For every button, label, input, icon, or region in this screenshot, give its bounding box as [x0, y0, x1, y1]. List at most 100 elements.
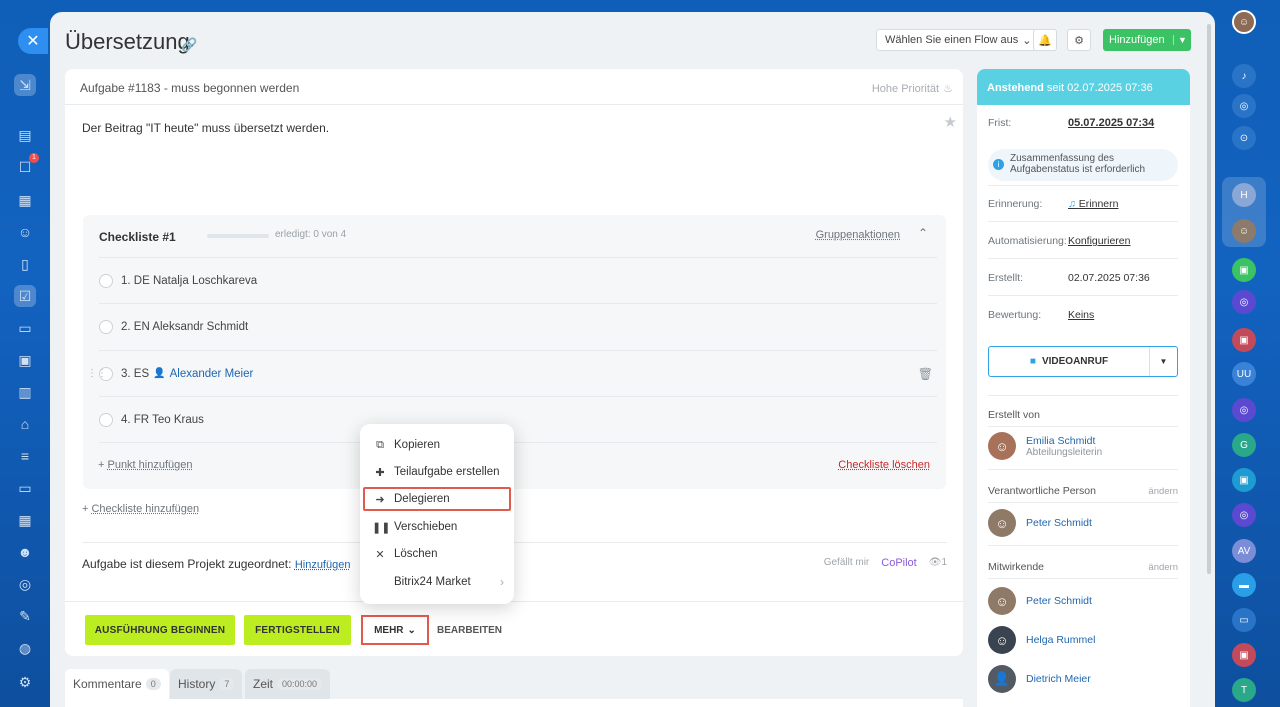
chevron-down-icon[interactable]: ▼ [1173, 35, 1191, 45]
chat-spiral-2-icon[interactable]: ◎ [1232, 398, 1256, 422]
card-icon[interactable]: ▭ [14, 477, 36, 499]
change-responsible-link[interactable]: ändern [1148, 486, 1178, 497]
reminder-link[interactable]: ♫ Erinnern [1068, 198, 1119, 210]
divider [988, 426, 1178, 427]
like-link[interactable]: Gefällt mir [824, 557, 870, 569]
chevron-down-icon[interactable]: ▼ [1149, 347, 1177, 376]
participant-name[interactable]: Helga Rummel [1026, 634, 1095, 646]
priority-toggle[interactable]: Hohe Priorität ♨ [872, 82, 953, 96]
search-chat-icon[interactable]: ⊙ [1232, 126, 1256, 150]
settings-button[interactable]: ⚙ [1067, 29, 1091, 51]
target-icon[interactable]: ◎ [14, 573, 36, 595]
bot-icon[interactable]: ☻ [14, 541, 36, 563]
chat-avatar-h[interactable]: H [1232, 183, 1256, 207]
checklist-item[interactable]: 4. FR Teo Kraus [99, 396, 937, 442]
finish-button[interactable]: FERTIGSTELLEN [244, 615, 351, 645]
chat-lock-red-icon[interactable]: ▣ [1232, 328, 1256, 352]
checklist-item[interactable]: 2. EN Aleksandr Schmidt [99, 303, 937, 349]
participant-name[interactable]: Dietrich Meier [1026, 673, 1091, 685]
delete-checklist-link[interactable]: Checkliste löschen [838, 459, 930, 471]
chat-lock-blue-icon[interactable]: ▣ [1232, 468, 1256, 492]
lock-chat-icon[interactable]: ▣ [1232, 258, 1256, 282]
chat-card-icon[interactable]: ▭ [1232, 608, 1256, 632]
participant[interactable]: 👤 Dietrich Meier [988, 665, 1091, 693]
start-button[interactable]: AUSFÜHRUNG BEGINNEN [85, 615, 235, 645]
creator-name[interactable]: Emilia Schmidt [1026, 435, 1102, 447]
support-icon[interactable]: ◍ [14, 637, 36, 659]
chat-spiral-icon[interactable]: ◎ [1232, 290, 1256, 314]
chat-lock-red-2-icon[interactable]: ▣ [1232, 643, 1256, 667]
tab-time[interactable]: Zeit 00:00:00 [245, 669, 331, 699]
checklist-item-user[interactable]: Alexander Meier [170, 368, 254, 380]
participant[interactable]: ☺ Helga Rummel [988, 626, 1095, 654]
notifications-icon[interactable]: ♪ [1232, 64, 1256, 88]
presentation-icon[interactable]: ▣ [14, 349, 36, 371]
calendar-icon[interactable]: ▦ [14, 189, 36, 211]
drag-handle-icon[interactable]: ⋮⋮ [87, 368, 107, 379]
automation-link[interactable]: Konfigurieren [1068, 235, 1130, 247]
copilot-icon[interactable]: ◎ [1232, 94, 1256, 118]
chat-spiral-3-icon[interactable]: ◎ [1232, 503, 1256, 527]
user-avatar[interactable]: ☺ [1232, 10, 1256, 34]
docs-icon[interactable]: ▯ [14, 253, 36, 275]
add-checklist-link[interactable]: + Checkliste hinzufügen [82, 503, 199, 515]
menu-item-market[interactable]: Bitrix24 Market › [372, 570, 504, 594]
chat-icon[interactable]: ☐ 1 [14, 153, 39, 178]
settings-icon[interactable]: ⚙ [14, 671, 36, 693]
checklist-checkbox[interactable] [99, 319, 113, 334]
copilot-link[interactable]: CoPilot [881, 557, 916, 569]
news-icon[interactable]: ▤ [14, 124, 36, 146]
copy-icon: ⧉ [376, 438, 384, 451]
trash-icon[interactable]: 🗑 [918, 367, 933, 381]
chat-avatar-t[interactable]: T [1232, 678, 1256, 702]
analytics-icon[interactable]: ▥ [14, 381, 36, 403]
flow-select[interactable]: Wählen Sie einen Flow aus ⌄ [876, 29, 1041, 51]
menu-item-label: Bitrix24 Market [394, 576, 471, 588]
add-item-link[interactable]: + Punkt hinzufügen [98, 459, 193, 471]
bell-button[interactable]: 🔔 [1033, 29, 1057, 51]
responsible-person[interactable]: ☺ Peter Schmidt [988, 509, 1092, 537]
checklist-checkbox[interactable] [99, 273, 113, 288]
cart-icon[interactable]: ⌂ [14, 413, 36, 435]
responsible-name[interactable]: Peter Schmidt [1026, 517, 1092, 529]
menu-item-copy[interactable]: ⧉ Kopieren [372, 433, 504, 457]
collapse-icon[interactable]: ⇲ [14, 74, 36, 96]
checklist-item[interactable]: 1. DE Natalja Loschkareva [99, 257, 937, 303]
groups-icon[interactable]: ☺ [14, 221, 36, 243]
edit-button[interactable]: BEARBEITEN [437, 625, 502, 636]
scrollbar[interactable] [1207, 24, 1211, 574]
menu-item-delete[interactable]: ✕ Löschen [372, 542, 504, 566]
add-button[interactable]: Hinzufügen ▼ [1103, 29, 1191, 51]
filter-icon[interactable]: ≡ [14, 445, 36, 467]
add-project-link[interactable]: Hinzufügen [295, 559, 351, 571]
rating-value[interactable]: Keins [1068, 309, 1094, 321]
change-participants-link[interactable]: ändern [1148, 562, 1178, 573]
video-call-button[interactable]: ■ VIDEOANRUF ▼ [988, 346, 1178, 377]
checklist-item[interactable]: ⋮⋮ 3. ES 👤 Alexander Meier 🗑 [87, 350, 937, 396]
menu-item-delegate[interactable]: ➜ Delegieren [363, 487, 511, 511]
deadline-value[interactable]: 05.07.2025 07:34 [1068, 117, 1154, 129]
tab-comments[interactable]: Kommentare 0 [65, 669, 169, 699]
table-icon[interactable]: ▦ [14, 509, 36, 531]
participant-name[interactable]: Peter Schmidt [1026, 595, 1092, 607]
menu-item-subtask[interactable]: ✚ Teilaufgabe erstellen [372, 460, 504, 484]
checklist-checkbox[interactable] [99, 412, 113, 427]
star-icon[interactable]: ★ [944, 113, 957, 131]
creator[interactable]: ☺ Emilia Schmidt Abteilungsleiterin [988, 432, 1102, 460]
link-icon[interactable]: 🔗 [181, 37, 197, 53]
chevron-up-icon[interactable]: ⌃ [918, 226, 928, 240]
tab-history[interactable]: History 7 [170, 669, 243, 699]
chat-avatar-g[interactable]: G [1232, 433, 1256, 457]
more-button[interactable]: MEHR ⌄ [361, 615, 429, 645]
participant[interactable]: ☺ Peter Schmidt [988, 587, 1092, 615]
menu-item-defer[interactable]: ❚❚ Verschieben [372, 515, 504, 539]
tasks-icon[interactable]: ☑ [14, 285, 36, 307]
chat-avatar-av[interactable]: AV [1232, 539, 1256, 563]
group-actions-link[interactable]: Gruppenaktionen [816, 229, 900, 241]
close-slider-button[interactable]: ✕ [18, 28, 48, 54]
edit-doc-icon[interactable]: ✎ [14, 605, 36, 627]
chat-avatar-person[interactable]: ☺ [1232, 219, 1256, 243]
chat-message-icon[interactable]: ▬ [1232, 573, 1256, 597]
chat-avatar-uu[interactable]: UU [1232, 362, 1256, 386]
crm-icon[interactable]: ▭ [14, 317, 36, 339]
